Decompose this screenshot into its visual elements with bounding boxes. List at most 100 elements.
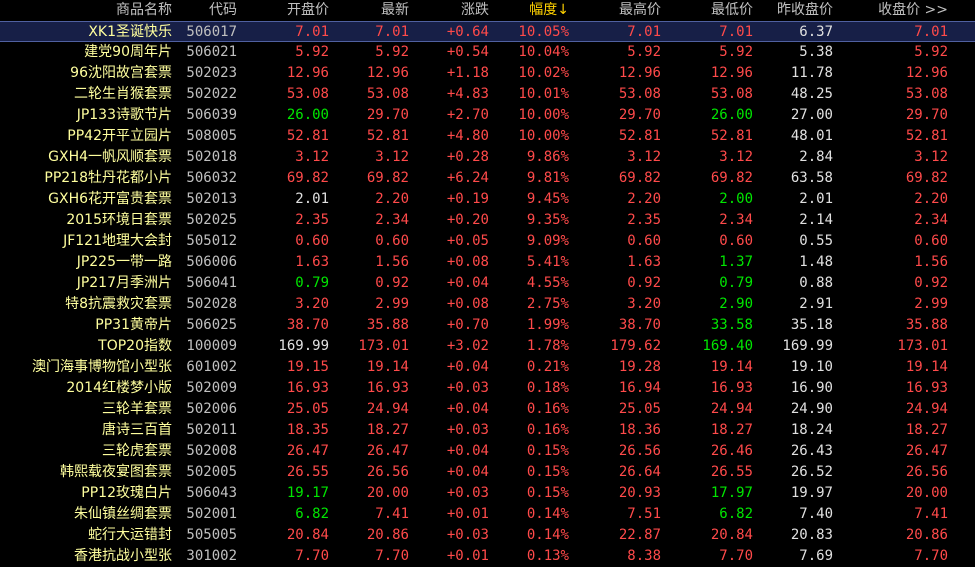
table-row[interactable]: XK1圣诞快乐 506017 7.01 7.01 +0.64 10.05% 7.01 7.01… <box>0 21 975 42</box>
table-row[interactable]: 唐诗三百首 502011 18.35 18.27 +0.03 0.16% 18.36 18.2… <box>0 420 975 441</box>
change-value: +0.70 <box>446 317 489 333</box>
prev-close: 48.01 <box>790 128 833 144</box>
high-price: 25.05 <box>618 401 661 417</box>
column-header-close[interactable]: 收盘价 >> <box>833 0 948 21</box>
table-row[interactable]: JP225一带一路 506006 1.63 1.56 +0.08 5.41% 1.63 1.3… <box>0 252 975 273</box>
open-price: 26.47 <box>286 443 329 459</box>
table-row[interactable]: 韩熙载夜宴图套票 502005 26.55 26.56 +0.04 0.15% 26.64 2… <box>0 462 975 483</box>
change-percent: 10.01% <box>518 86 569 102</box>
table-row[interactable]: 96沈阳故宫套票 502023 12.96 12.96 +1.18 10.02% 12.96… <box>0 63 975 84</box>
stock-code: 506043 <box>186 485 237 501</box>
table-row[interactable]: TOP20指数 100009 169.99 173.01 +3.02 1.78% 179.6… <box>0 336 975 357</box>
prev-close: 16.90 <box>790 380 833 396</box>
column-header-prev-close[interactable]: 昨收盘价 <box>753 0 833 21</box>
open-price: 16.93 <box>286 380 329 396</box>
high-price: 69.82 <box>618 170 661 186</box>
table-row[interactable]: 澳门海事博物馆小型张 601002 19.15 19.14 +0.04 0.21% 19.2… <box>0 357 975 378</box>
column-header-name[interactable]: 商品名称 <box>0 0 172 21</box>
close-price: 24.94 <box>905 401 948 417</box>
table-row[interactable]: 二轮生肖猴套票 502022 53.08 53.08 +4.83 10.01% 53.08 5… <box>0 84 975 105</box>
table-row[interactable]: 2015环境日套票 502025 2.35 2.34 +0.20 9.35% 2.35 2.3… <box>0 210 975 231</box>
close-price: 69.82 <box>905 170 948 186</box>
table-row[interactable]: 2014红楼梦小版 502009 16.93 16.93 +0.03 0.18% 16.94… <box>0 378 975 399</box>
change-value: +0.03 <box>446 380 489 396</box>
change-percent: 0.18% <box>526 380 569 396</box>
latest-price: 1.56 <box>375 254 409 270</box>
low-price: 1.37 <box>719 254 753 270</box>
low-price: 52.81 <box>710 128 753 144</box>
open-price: 7.01 <box>295 24 329 40</box>
latest-price: 173.01 <box>358 338 409 354</box>
stock-name: 三轮虎套票 <box>102 443 172 459</box>
open-price: 12.96 <box>286 65 329 81</box>
change-percent: 9.45% <box>526 191 569 207</box>
change-percent: 1.99% <box>526 317 569 333</box>
change-percent: 10.00% <box>518 128 569 144</box>
change-percent: 9.09% <box>526 233 569 249</box>
prev-close: 26.52 <box>790 464 833 480</box>
column-header-percent[interactable]: 幅度↓ <box>489 0 569 21</box>
column-header-low[interactable]: 最低价 <box>661 0 753 21</box>
stock-code: 502005 <box>186 464 237 480</box>
change-value: +0.08 <box>446 296 489 312</box>
change-value: +0.20 <box>446 212 489 228</box>
stock-name: 唐诗三百首 <box>102 422 172 438</box>
close-price: 20.86 <box>905 527 948 543</box>
table-row[interactable]: 朱仙镇丝绸套票 502001 6.82 7.41 +0.01 0.14% 7.51 6.82 7… <box>0 504 975 525</box>
table-row[interactable]: GXH6花开富贵套票 502013 2.01 2.20 +0.19 9.45% 2.20 2.… <box>0 189 975 210</box>
change-value: +0.03 <box>446 527 489 543</box>
change-percent: 0.15% <box>526 464 569 480</box>
close-price: 0.60 <box>914 233 948 249</box>
table-row[interactable]: PP31黄帝片 506025 38.70 35.88 +0.70 1.99% 38.70 33… <box>0 315 975 336</box>
stock-name: TOP20指数 <box>98 338 172 354</box>
table-row[interactable]: JP133诗歌节片 506039 26.00 29.70 +2.70 10.00% 29.7… <box>0 105 975 126</box>
table-row[interactable]: GXH4一帆风顺套票 502018 3.12 3.12 +0.28 9.86% 3.12 3.… <box>0 147 975 168</box>
low-price: 0.60 <box>719 233 753 249</box>
low-price: 169.40 <box>702 338 753 354</box>
table-row[interactable]: 三轮虎套票 502008 26.47 26.47 +0.04 0.15% 26.56 26.4… <box>0 441 975 462</box>
stock-name: PP42开平立园片 <box>67 128 172 144</box>
latest-price: 19.14 <box>366 359 409 375</box>
change-value: +0.03 <box>446 422 489 438</box>
close-price: 26.47 <box>905 443 948 459</box>
low-price: 33.58 <box>710 317 753 333</box>
close-price: 53.08 <box>905 86 948 102</box>
stock-name: 韩熙载夜宴图套票 <box>60 464 172 480</box>
latest-price: 35.88 <box>366 317 409 333</box>
prev-close: 2.14 <box>799 212 833 228</box>
latest-price: 29.70 <box>366 107 409 123</box>
prev-close: 48.25 <box>790 86 833 102</box>
stock-code: 506032 <box>186 170 237 186</box>
high-price: 26.64 <box>618 464 661 480</box>
column-header-open[interactable]: 开盘价 <box>237 0 329 21</box>
low-price: 16.93 <box>710 380 753 396</box>
table-row[interactable]: 蛇行大运错封 505005 20.84 20.86 +0.03 0.14% 22.87 20.… <box>0 525 975 546</box>
column-header-latest[interactable]: 最新 <box>329 0 409 21</box>
column-header-code[interactable]: 代码 <box>172 0 237 21</box>
high-price: 3.20 <box>627 296 661 312</box>
high-price: 53.08 <box>618 86 661 102</box>
table-row[interactable]: 建党90周年片 506021 5.92 5.92 +0.54 10.04% 5.92 5.92… <box>0 42 975 63</box>
stock-name: GXH4一帆风顺套票 <box>48 149 172 165</box>
stock-code: 502011 <box>186 422 237 438</box>
open-price: 25.05 <box>286 401 329 417</box>
table-row[interactable]: PP12玫瑰白片 506043 19.17 20.00 +0.03 0.15% 20.93 1… <box>0 483 975 504</box>
change-percent: 0.14% <box>526 527 569 543</box>
high-price: 1.63 <box>627 254 661 270</box>
table-row[interactable]: 三轮羊套票 502006 25.05 24.94 +0.04 0.16% 25.05 24.9… <box>0 399 975 420</box>
stock-name: 二轮生肖猴套票 <box>74 86 172 102</box>
change-percent: 10.02% <box>518 65 569 81</box>
table-row[interactable]: PP42开平立园片 508005 52.81 52.81 +4.80 10.00% 52.8… <box>0 126 975 147</box>
open-price: 5.92 <box>295 44 329 60</box>
table-row[interactable]: JP217月季洲片 506041 0.79 0.92 +0.04 4.55% 0.92 0.7… <box>0 273 975 294</box>
table-row[interactable]: 香港抗战小型张 301002 7.70 7.70 +0.01 0.13% 8.38 7.70 7… <box>0 546 975 567</box>
low-price: 18.27 <box>710 422 753 438</box>
column-header-change[interactable]: 涨跌 <box>409 0 489 21</box>
low-price: 7.70 <box>719 548 753 564</box>
low-price: 2.90 <box>719 296 753 312</box>
table-row[interactable]: PP218牡丹花都小片 506032 69.82 69.82 +6.24 9.81% 69.… <box>0 168 975 189</box>
table-row[interactable]: 特8抗震救灾套票 502028 3.20 2.99 +0.08 2.75% 3.20 2.90… <box>0 294 975 315</box>
latest-price: 18.27 <box>366 422 409 438</box>
column-header-high[interactable]: 最高价 <box>569 0 661 21</box>
table-row[interactable]: JF121地理大会封 505012 0.60 0.60 +0.05 9.09% 0.60 0.… <box>0 231 975 252</box>
